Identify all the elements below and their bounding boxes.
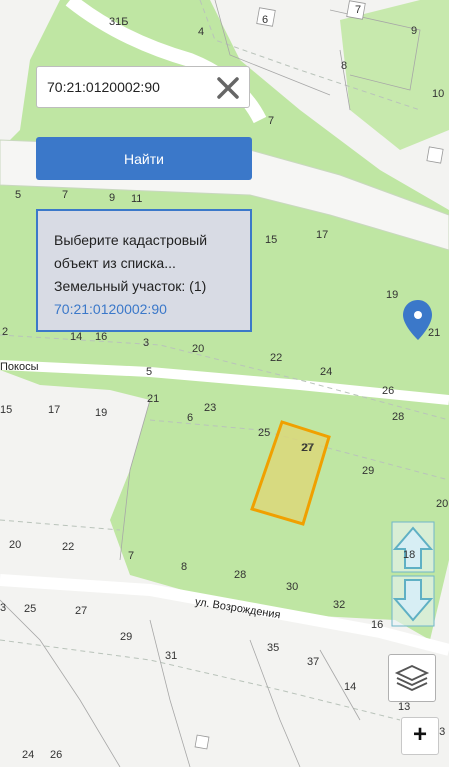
- house-number-label: 19: [95, 407, 108, 419]
- house-number-label: 8: [181, 561, 188, 573]
- house-number-label: 22: [62, 541, 75, 553]
- house-number-label: 13: [398, 701, 411, 713]
- house-number-label: 30: [286, 581, 299, 593]
- house-number-label: 19: [386, 289, 399, 301]
- house-number-label: 26: [50, 749, 63, 761]
- house-number-label: 25: [258, 427, 271, 439]
- house-number-label: 4: [198, 26, 205, 38]
- house-number-label: 15: [265, 234, 278, 246]
- house-number-label: 21: [428, 327, 441, 339]
- result-prompt-line-2: объект из списка...: [54, 255, 176, 271]
- house-number-label: 15: [0, 404, 13, 416]
- find-button[interactable]: Найти: [36, 137, 252, 180]
- house-number-label: 3: [143, 337, 150, 349]
- house-number-label: 29: [120, 631, 133, 643]
- house-number-label: 14: [70, 331, 83, 343]
- house-number-label: 3: [0, 602, 7, 614]
- house-number-label: 32: [333, 599, 346, 611]
- house-number-label: 25: [24, 603, 37, 615]
- house-number-label: 7: [355, 4, 362, 16]
- house-number-label: 17: [48, 404, 61, 416]
- house-number-label: 9: [109, 192, 116, 204]
- house-number-label: 35: [267, 642, 280, 654]
- house-number-label: 10: [432, 88, 445, 100]
- house-number-label: 28: [392, 411, 405, 423]
- house-number-label: 20: [436, 498, 449, 510]
- house-number-label: 5: [146, 366, 153, 378]
- house-number-label: 20: [192, 343, 205, 355]
- house-number-label: 5: [15, 189, 22, 201]
- result-parcel-link[interactable]: 70:21:0120002:90: [54, 298, 236, 321]
- house-number-label: 28: [234, 569, 247, 581]
- search-box: [36, 66, 250, 108]
- house-number-label: 27: [75, 605, 88, 617]
- house-number-label: 37: [307, 656, 320, 668]
- clear-search-button[interactable]: [215, 75, 241, 101]
- house-number-label: 21: [147, 393, 160, 405]
- house-number-label: 31Б: [109, 16, 129, 28]
- pan-down-button[interactable]: [391, 575, 435, 627]
- house-number-label: 9: [411, 25, 418, 37]
- layers-button[interactable]: [388, 654, 436, 702]
- house-number-label: 20: [9, 539, 22, 551]
- house-number-label: 7: [62, 189, 69, 201]
- house-number-label: 24: [22, 749, 35, 761]
- house-number-label: 8: [341, 60, 348, 72]
- house-number-label: 16: [95, 331, 108, 343]
- pan-up-button[interactable]: [391, 521, 435, 573]
- house-number-label: 11: [131, 193, 143, 205]
- layers-icon: [394, 665, 430, 691]
- house-number-label: 22: [270, 352, 283, 364]
- close-x-icon: [217, 77, 239, 99]
- house-number-label: 16: [371, 619, 384, 631]
- search-result-panel: Выберите кадастровый объект из списка...…: [36, 209, 252, 332]
- house-number-label: 18: [403, 549, 416, 561]
- house-number-label: 7: [268, 115, 275, 127]
- house-number-label: 2: [2, 326, 9, 338]
- cadastral-map[interactable]: [0, 0, 449, 767]
- house-number-label: 26: [382, 385, 395, 397]
- house-number-label: 6: [262, 14, 269, 26]
- house-number-label: 31: [165, 650, 178, 662]
- result-prompt-line-1: Выберите кадастровый: [54, 232, 208, 248]
- parcel-number-label: 27: [301, 442, 314, 454]
- house-number-label: 17: [316, 229, 329, 241]
- house-number-label: 6: [187, 412, 194, 424]
- street-label-pokosy: Покосы: [0, 361, 39, 373]
- house-number-label: 14: [344, 681, 357, 693]
- house-number-label: 7: [128, 550, 135, 562]
- house-number-label: 24: [320, 366, 333, 378]
- result-category: Земельный участок: (1): [54, 278, 207, 294]
- house-number-label: 29: [362, 465, 375, 477]
- zoom-in-button[interactable]: +: [401, 717, 439, 755]
- house-number-label: 23: [204, 402, 217, 414]
- cadastral-search-input[interactable]: [47, 77, 207, 97]
